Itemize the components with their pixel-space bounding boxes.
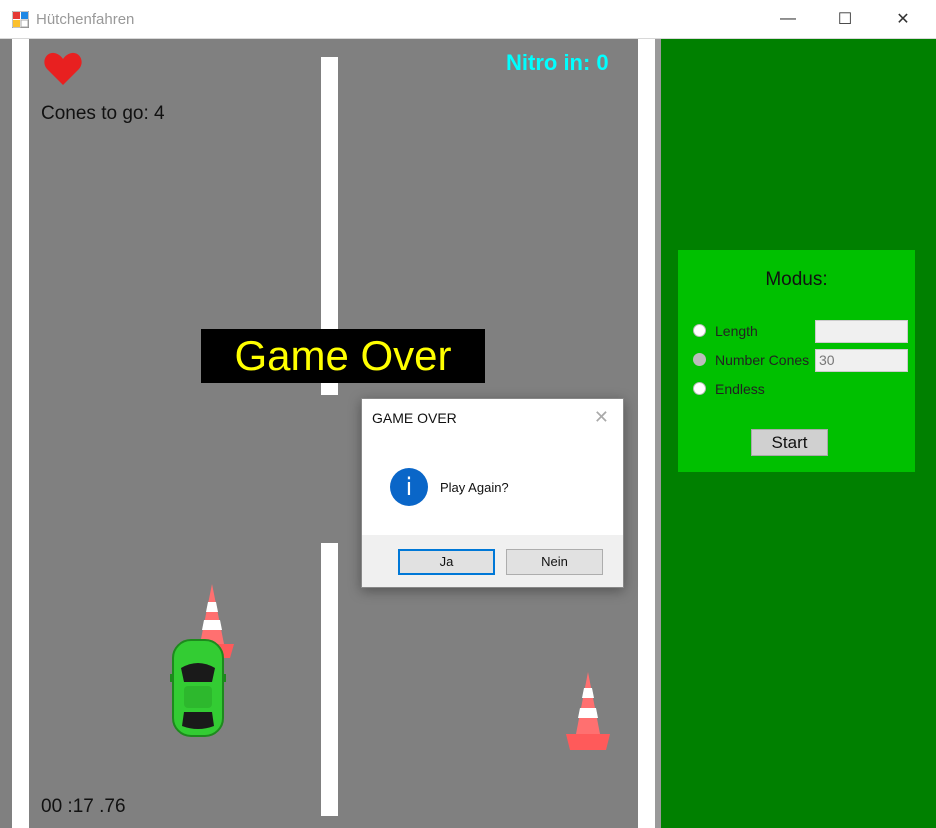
dialog-message: Play Again? [440,480,509,495]
lane-marking [321,543,338,816]
player-car-icon [170,639,226,737]
minimize-button[interactable]: — [765,0,811,38]
traffic-cone-icon [566,672,610,750]
radio-number-cones-label[interactable]: Number Cones [715,352,809,368]
maximize-icon: ☐ [837,11,853,28]
dialog-title: GAME OVER [372,410,457,426]
close-icon: ✕ [896,11,910,28]
radio-length[interactable] [693,324,706,337]
no-button[interactable]: Nein [506,549,603,575]
close-button[interactable]: ✕ [880,0,926,38]
radio-endless-label[interactable]: Endless [715,381,765,397]
mode-title: Modus: [765,269,828,290]
number-cones-input[interactable]: 30 [815,349,908,372]
nitro-label: Nitro in: 0 [506,50,609,75]
app-icon [12,11,29,28]
yes-button[interactable]: Ja [398,549,495,575]
radio-number-cones[interactable] [693,353,706,366]
heart-icon [44,52,82,85]
dialog-close-icon[interactable]: ✕ [594,407,609,428]
length-input[interactable] [815,320,908,343]
radio-endless[interactable] [693,382,706,395]
info-icon: i [390,468,428,506]
game-over-dialog: GAME OVER ✕ i Play Again? Ja Nein [361,398,624,588]
maximize-button[interactable]: ☐ [822,0,868,38]
radio-length-label[interactable]: Length [715,323,758,339]
cones-to-go-label: Cones to go: 4 [41,103,165,124]
start-button[interactable]: Start [751,429,828,456]
dialog-footer: Ja Nein [362,535,623,587]
game-over-banner: Game Over [201,329,485,383]
road-edge-left [12,39,29,828]
mode-group: Modus: Length Number Cones 30 Endless St… [678,250,915,472]
elapsed-timer: 00 :17 .76 [41,796,126,817]
title-bar: Hütchenfahren — ☐ ✕ [0,0,936,39]
window-title: Hütchenfahren [36,11,135,28]
road-edge-right [638,39,655,828]
minimize-icon: — [780,10,796,27]
